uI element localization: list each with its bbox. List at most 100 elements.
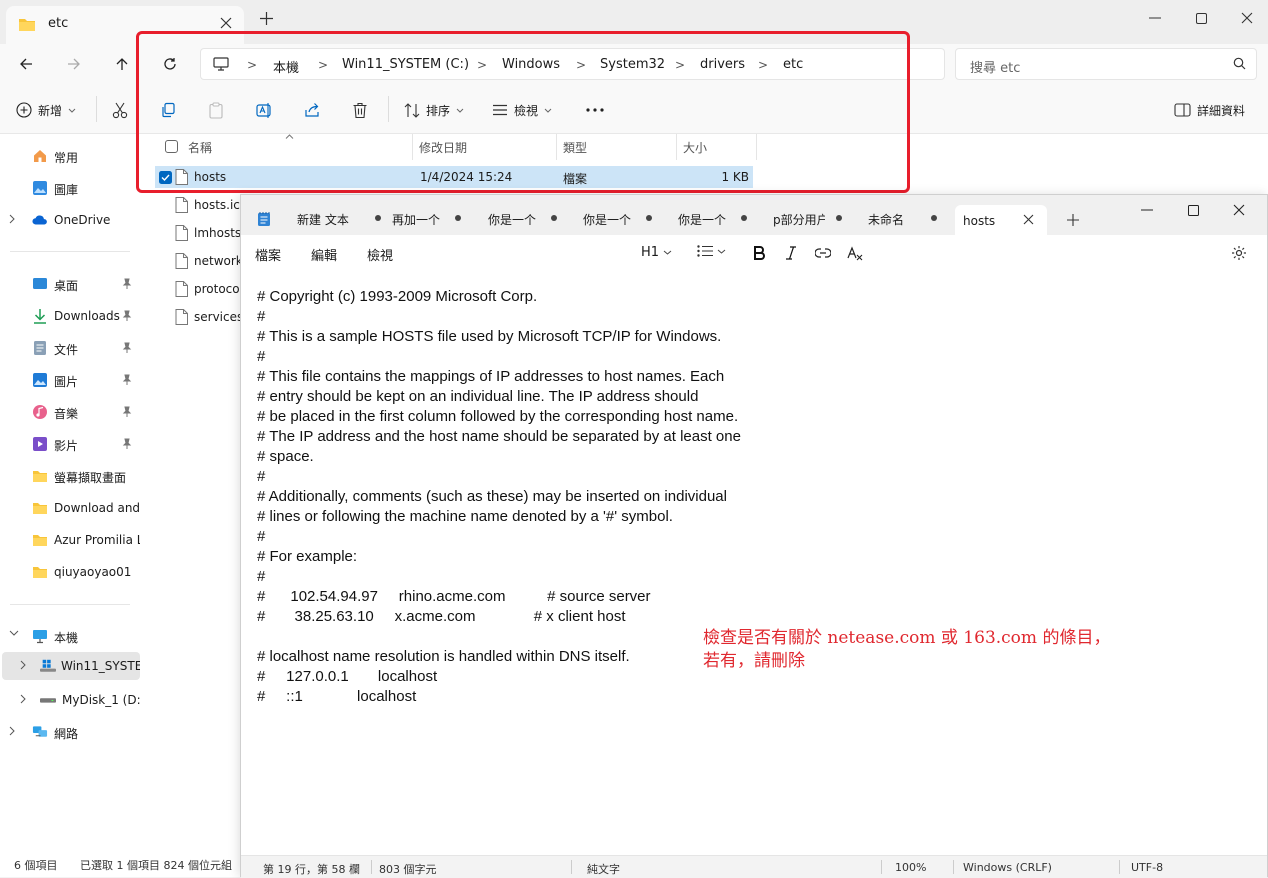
picture-icon [32,372,48,388]
sidebar-item-network[interactable]: 網路 [0,718,140,746]
heading-dropdown[interactable]: H1 [641,245,672,260]
pin-icon [122,438,132,450]
status-divider [571,860,572,874]
sidebar-item-download-and[interactable]: Download and [0,494,140,522]
notepad-tab[interactable]: 再加一个 [392,207,482,229]
text-line: # lines or following the machine name de… [257,508,673,525]
chevron-right-icon [9,214,15,224]
notepad-tab[interactable]: 你是一个 [583,207,673,229]
drive-icon [40,692,56,708]
notepad-tab[interactable]: 未命名 [868,207,958,229]
text-line: # [257,528,266,545]
details-pane-button[interactable]: 詳細資料 [1174,99,1245,121]
file-icon [175,309,188,325]
chevron-right-icon [9,726,15,736]
chevron-down-icon [717,249,726,254]
text-line: # be placed in the first column followed… [257,408,739,425]
notepad-tab-hosts[interactable]: hosts [955,205,1047,235]
selection-info: 已選取 1 個項目 824 個位元組 [80,859,232,872]
text-line: # The IP address and the host name shoul… [257,428,741,445]
annotation-line: 若有，請刪除 [703,651,805,671]
sidebar-item-screenshots[interactable]: 螢幕擷取畫面 [0,462,140,490]
sidebar-item-pictures[interactable]: 圖片 [0,366,140,394]
unsaved-dot-icon [551,215,557,221]
pin-icon [122,406,132,418]
sidebar-item-qiuyaoyao01[interactable]: qiuyaoyao01 [0,558,140,586]
sidebar-item-desktop[interactable]: 桌面 [0,270,140,298]
maximize-button[interactable] [1186,6,1216,30]
sidebar-item-home[interactable]: 常用 [0,142,140,170]
bulleted-list-icon [697,245,713,257]
new-tab-icon[interactable] [1067,214,1079,226]
explorer-tab-title: etc [48,16,69,31]
file-row[interactable]: lmhosts. [155,222,245,244]
sidebar-item-d-drive[interactable]: MyDisk_1 (D:) [0,686,140,714]
line-ending[interactable]: Windows (CRLF) [963,861,1052,874]
notepad-tab[interactable]: p部分用户 [773,207,863,229]
download-icon [32,308,48,324]
notepad-tab[interactable]: 你是一个 [488,207,578,229]
notepad-tab-bar: 新建 文本 再加一个 你是一个 你是一个 你是一个 p部分用户 未命名 host… [241,195,1267,235]
close-window-button[interactable] [1232,6,1262,30]
close-tab-icon[interactable] [1023,214,1034,225]
network-icon [32,724,48,740]
sidebar-item-music[interactable]: 音樂 [0,398,140,426]
cut-button[interactable] [112,99,128,121]
menu-view[interactable]: 檢視 [367,245,393,264]
minimize-button[interactable] [1140,6,1170,30]
minimize-button[interactable] [1132,198,1162,222]
status-divider [881,860,882,874]
menu-file[interactable]: 檔案 [255,245,281,264]
link-icon[interactable] [815,248,831,258]
status-divider [1119,860,1120,874]
unsaved-dot-icon [931,215,937,221]
close-tab-icon[interactable] [220,17,232,29]
pin-icon [122,342,132,354]
search-input[interactable]: 搜尋 etc [955,48,1257,80]
back-button[interactable] [12,52,40,76]
text-line: # 102.54.94.97 rhino.acme.com # source s… [257,588,651,605]
toolbar-divider [96,96,97,122]
music-icon [32,404,48,420]
chevron-down-icon [68,108,76,113]
sidebar-item-downloads[interactable]: Downloads [0,302,140,330]
list-dropdown[interactable] [697,245,726,257]
unsaved-dot-icon [646,215,652,221]
plus-circle-icon [16,102,32,118]
sidebar-item-videos[interactable]: 影片 [0,430,140,458]
zoom-level[interactable]: 100% [895,861,926,874]
menu-edit[interactable]: 編輯 [311,245,337,264]
file-name: network [194,254,243,268]
sidebar-item-this-pc[interactable]: 本機 [0,622,140,650]
text-line: # Copyright (c) 1993-2009 Microsoft Corp… [257,288,538,305]
clear-formatting-icon[interactable] [847,246,863,261]
file-row[interactable]: hosts.ics [155,194,245,216]
maximize-button[interactable] [1178,198,1208,222]
new-label: 新增 [38,103,63,118]
sidebar-item-gallery[interactable]: 圖庫 [0,174,140,202]
file-row[interactable]: services [155,306,245,328]
sidebar-item-azur-promilia[interactable]: Azur Promilia L [0,526,140,554]
new-tab-icon[interactable] [260,12,273,25]
file-name: protoco [194,282,240,296]
file-row[interactable]: protoco [155,278,245,300]
notepad-status-bar: 第 19 行，第 58 欄 803 個字元 純文字 100% Windows (… [241,855,1267,878]
notepad-tab[interactable]: 你是一个 [678,207,768,229]
bold-icon[interactable] [753,246,765,260]
text-format[interactable]: 純文字 [587,861,620,877]
details-label: 詳細資料 [1197,103,1246,118]
file-row[interactable]: network [155,250,245,272]
forward-button[interactable] [60,52,88,76]
sidebar-item-onedrive[interactable]: OneDrive [0,206,140,234]
sidebar-item-documents[interactable]: 文件 [0,334,140,362]
new-button[interactable]: 新增 [16,99,76,121]
close-window-button[interactable] [1224,198,1254,222]
up-button[interactable] [108,52,136,76]
notepad-app-icon [257,211,271,227]
notepad-tab[interactable]: 新建 文本 [297,207,387,229]
sidebar-item-c-drive[interactable]: Win11_SYSTE [2,652,140,680]
italic-icon[interactable] [785,246,797,260]
settings-gear-icon[interactable] [1231,245,1247,261]
notepad-window: 新建 文本 再加一个 你是一个 你是一个 你是一个 p部分用户 未命名 host… [240,194,1268,878]
encoding[interactable]: UTF-8 [1131,861,1163,874]
